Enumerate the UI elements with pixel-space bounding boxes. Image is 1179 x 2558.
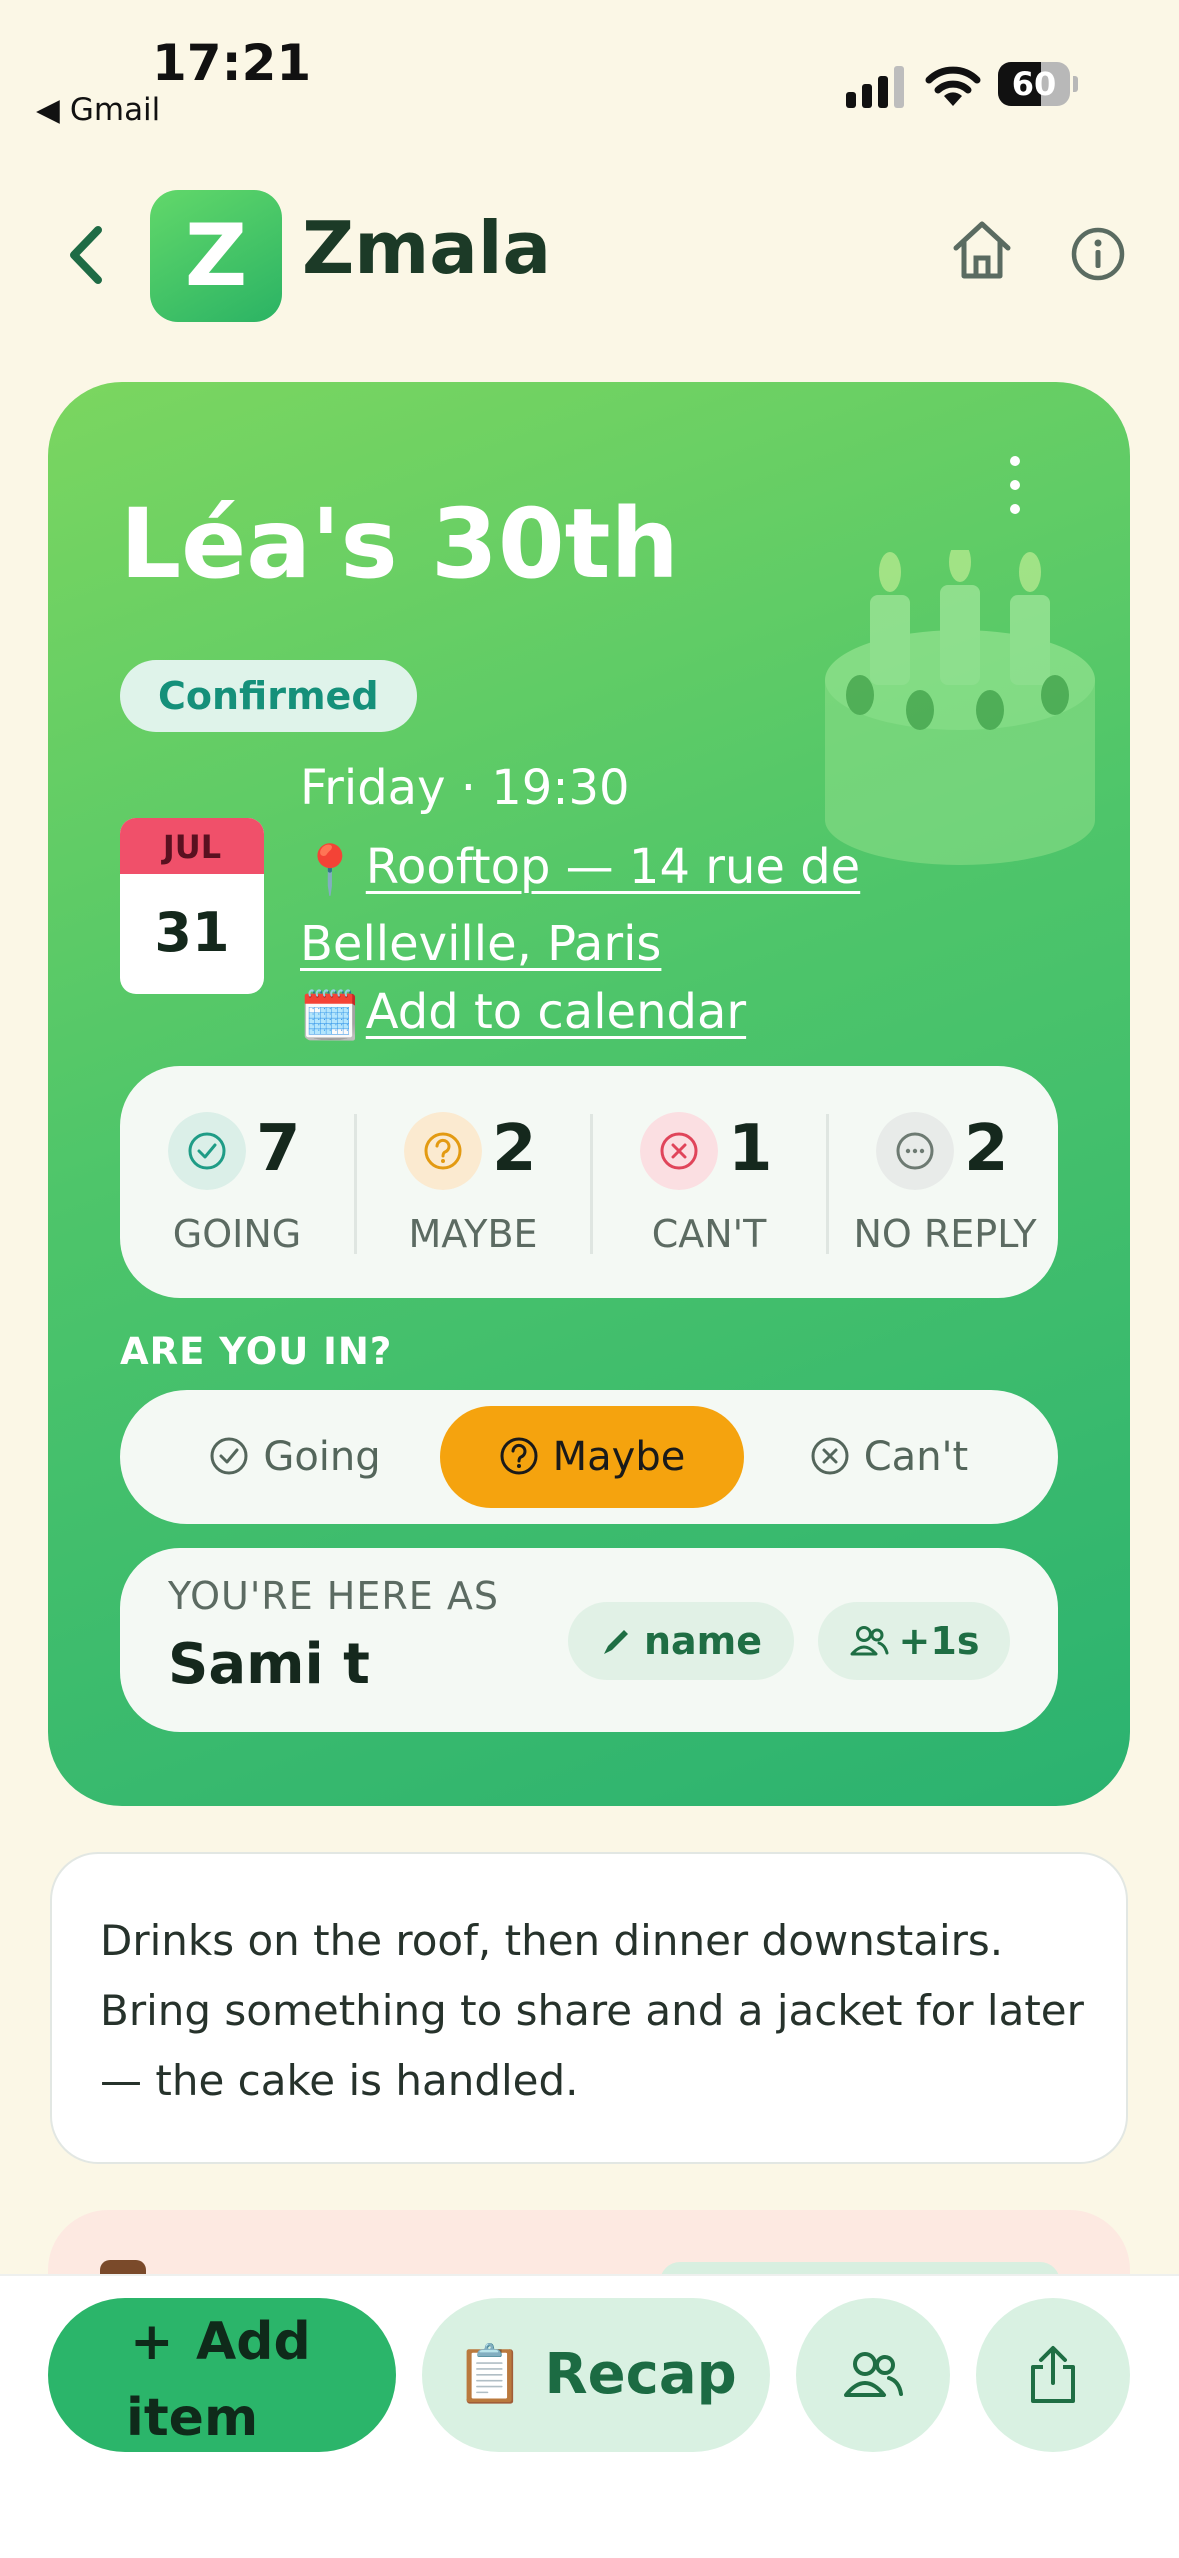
edit-name-label: name xyxy=(643,1619,763,1663)
event-note: Drinks on the roof, then dinner downstai… xyxy=(100,1916,1084,2105)
recap-button[interactable]: 📋 Recap xyxy=(422,2298,770,2452)
battery-level: 60 xyxy=(1011,65,1057,103)
rsvp-cant-label: Can't xyxy=(863,1434,969,1480)
people-button[interactable] xyxy=(796,2298,950,2452)
app-name: Zmala xyxy=(302,206,552,290)
no-reply-count: 2 xyxy=(964,1112,1009,1186)
rsvp-going-label: Going xyxy=(263,1434,381,1480)
dots-circle-icon xyxy=(876,1112,954,1190)
location-text: Rooftop — 14 rue de Belleville, Paris xyxy=(300,839,861,972)
status-time: 17:21 xyxy=(152,34,312,92)
cant-label: CAN'T xyxy=(651,1212,767,1256)
pencil-icon xyxy=(603,1629,628,1654)
rsvp-maybe-button[interactable]: Maybe xyxy=(440,1406,744,1508)
battery-indicator: 60 xyxy=(998,62,1078,106)
people-icon xyxy=(844,2352,903,2397)
recap-label: Recap xyxy=(544,2342,737,2407)
question-circle-icon xyxy=(404,1112,482,1190)
cellular-signal-icon xyxy=(846,66,904,108)
status-badge: Confirmed xyxy=(120,660,417,732)
plus-ones-label: +1s xyxy=(898,1619,980,1663)
rsvp-going-button[interactable]: Going xyxy=(160,1406,430,1508)
member-name: Sami t xyxy=(168,1632,370,1697)
wifi-icon xyxy=(925,66,981,106)
share-button[interactable] xyxy=(976,2298,1130,2452)
cant-count: 1 xyxy=(728,1112,773,1186)
rsvp-maybe-label: Maybe xyxy=(552,1434,686,1480)
maybe-count: 2 xyxy=(492,1112,537,1186)
plus-icon: + xyxy=(130,2312,174,2372)
stat-maybe: 2 MAYBE xyxy=(356,1066,590,1298)
add-to-calendar-link[interactable]: 🗓️ Add to calendar xyxy=(300,984,746,1044)
add-to-calendar-text: Add to calendar xyxy=(365,984,747,1040)
check-circle-icon xyxy=(168,1112,246,1190)
share-icon xyxy=(1031,2346,1075,2403)
rsvp-selector: Going Maybe Can't xyxy=(120,1390,1058,1524)
calendar-icon: 🗓️ xyxy=(300,987,360,1044)
event-title: Léa's 30th xyxy=(120,488,679,600)
more-options-icon[interactable] xyxy=(1010,456,1020,528)
back-to-app-link[interactable]: ◀ Gmail xyxy=(36,92,160,128)
check-circle-icon xyxy=(210,1437,248,1475)
home-icon[interactable] xyxy=(950,218,1014,282)
back-chevron-icon[interactable] xyxy=(62,222,112,288)
date-month: JUL xyxy=(120,818,264,874)
add-item-button[interactable]: + Add item xyxy=(48,2298,396,2452)
going-count: 7 xyxy=(256,1112,301,1186)
question-circle-icon xyxy=(500,1437,538,1475)
date-day: 31 xyxy=(154,901,230,964)
event-time: Friday · 19:30 xyxy=(300,760,630,816)
rsvp-stats: 7 GOING 2 MAYBE 1 CAN'T 2 NO REPLY xyxy=(120,1066,1058,1298)
stat-cant: 1 CAN'T xyxy=(592,1066,826,1298)
add-item-label-line2: item xyxy=(126,2388,259,2448)
info-icon[interactable] xyxy=(1070,226,1126,282)
stat-no-reply: 2 NO REPLY xyxy=(828,1066,1062,1298)
no-reply-label: NO REPLY xyxy=(853,1212,1037,1256)
back-triangle-icon: ◀ xyxy=(36,92,60,128)
rsvp-cant-button[interactable]: Can't xyxy=(754,1406,1024,1508)
pin-icon: 📍 xyxy=(300,842,360,898)
location-link[interactable]: 📍 Rooftop — 14 rue de Belleville, Paris xyxy=(300,830,940,981)
app-logo: Z xyxy=(150,190,282,322)
add-item-label-line1: Add xyxy=(196,2312,311,2372)
rsvp-question: ARE YOU IN? xyxy=(120,1330,393,1373)
calendar-date-icon: JUL 31 xyxy=(120,818,264,994)
clipboard-icon: 📋 xyxy=(455,2342,526,2407)
back-app-label: Gmail xyxy=(69,92,161,128)
plus-ones-button[interactable]: +1s xyxy=(818,1602,1010,1680)
stat-going: 7 GOING xyxy=(120,1066,354,1298)
member-label: YOU'RE HERE AS xyxy=(168,1574,499,1618)
cake-icon xyxy=(825,550,1095,865)
edit-name-button[interactable]: name xyxy=(568,1602,794,1680)
people-icon xyxy=(850,1625,889,1655)
x-circle-icon xyxy=(640,1112,718,1190)
maybe-label: MAYBE xyxy=(408,1212,538,1256)
x-circle-icon xyxy=(811,1437,849,1475)
going-label: GOING xyxy=(172,1212,302,1256)
